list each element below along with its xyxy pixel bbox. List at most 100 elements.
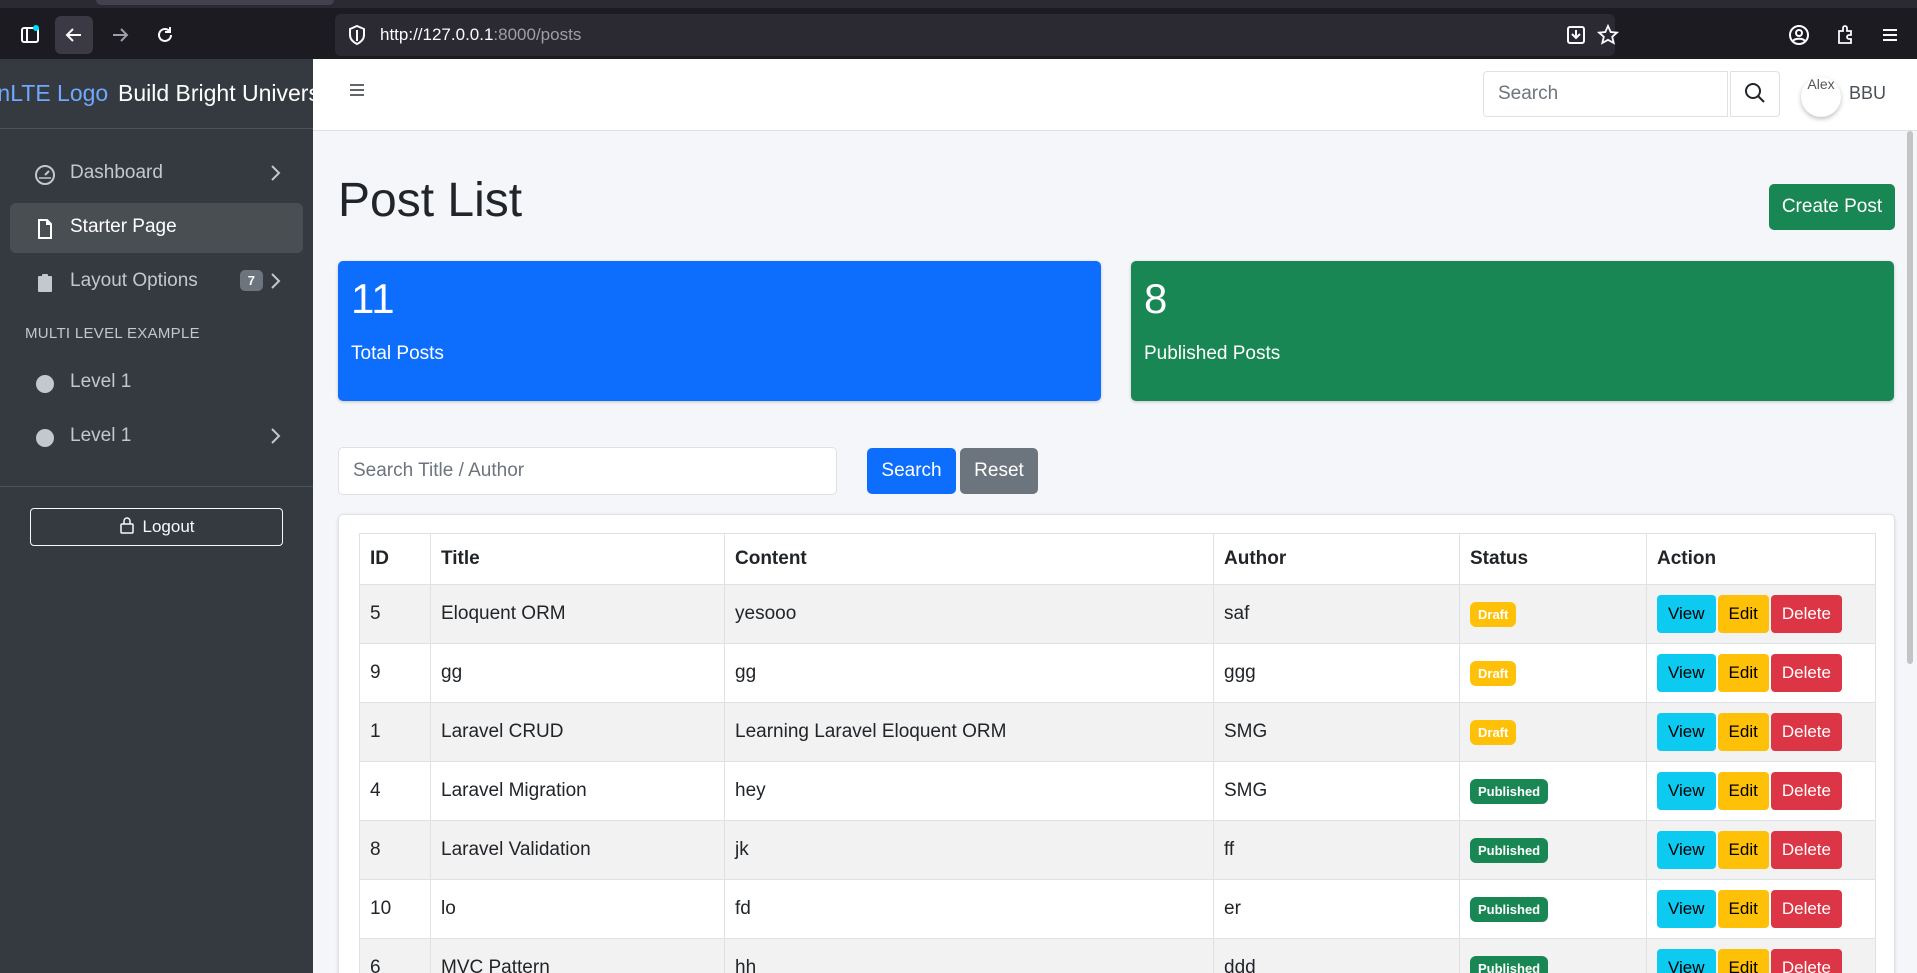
delete-button[interactable]: Delete — [1770, 772, 1842, 810]
back-icon[interactable] — [55, 16, 93, 54]
sidebar-section-header: MULTI LEVEL EXAMPLE — [25, 325, 200, 342]
cell-content: gg — [724, 643, 1214, 703]
status-badge: Draft — [1470, 719, 1517, 745]
sidebar-item-level-1-expandable[interactable]: Level 1 — [10, 412, 303, 462]
cell-status: Draft — [1459, 584, 1647, 644]
lock-icon — [119, 516, 135, 539]
count-badge: 7 — [239, 270, 263, 291]
view-button[interactable]: View — [1657, 831, 1716, 869]
forward-icon[interactable] — [101, 16, 139, 54]
cell-status: Draft — [1459, 702, 1647, 762]
sidebar-item-level-1[interactable]: Level 1 — [10, 358, 303, 408]
cell-action: View Edit Delete — [1646, 702, 1876, 762]
edit-button[interactable]: Edit — [1717, 772, 1769, 810]
cell-action: View Edit Delete — [1646, 643, 1876, 703]
logout-button[interactable]: Logout — [30, 508, 283, 546]
posts-table: ID Title Content Author Status Action 5E… — [359, 533, 1876, 973]
speedometer-icon — [34, 164, 56, 186]
url-host: http://127.0.0.1 — [380, 25, 494, 44]
cell-content: fd — [724, 879, 1214, 939]
cell-action: View Edit Delete — [1646, 761, 1876, 821]
brand-link[interactable]: AdminLTE Logo Build Bright Universe — [0, 59, 313, 129]
create-post-button[interactable]: Create Post — [1769, 184, 1895, 230]
file-icon — [34, 218, 56, 240]
view-button[interactable]: View — [1657, 713, 1716, 751]
user-name[interactable]: BBU — [1849, 83, 1886, 104]
sidebar-item-layout-options[interactable]: Layout Options 7 — [10, 257, 303, 307]
menu-icon[interactable] — [1871, 16, 1909, 54]
title-author-search-input[interactable] — [338, 447, 837, 495]
cell-id: 8 — [359, 820, 431, 880]
cell-title: Laravel Migration — [430, 761, 725, 821]
status-badge: Published — [1470, 955, 1549, 973]
edit-button[interactable]: Edit — [1717, 713, 1769, 751]
reload-icon[interactable] — [146, 16, 184, 54]
account-icon[interactable] — [1780, 16, 1818, 54]
sidebar-item-starter-page[interactable]: Starter Page — [10, 203, 303, 253]
scrollbar-thumb[interactable] — [1907, 131, 1913, 664]
header-id: ID — [359, 533, 431, 585]
cell-status: Published — [1459, 938, 1647, 973]
sidebar-item-dashboard[interactable]: Dashboard — [10, 149, 303, 199]
edit-button[interactable]: Edit — [1717, 890, 1769, 928]
cell-author: ff — [1213, 820, 1460, 880]
reset-button[interactable]: Reset — [960, 448, 1038, 494]
delete-button[interactable]: Delete — [1770, 831, 1842, 869]
circle-icon — [34, 373, 56, 395]
delete-button[interactable]: Delete — [1770, 890, 1842, 928]
view-button[interactable]: View — [1657, 595, 1716, 633]
view-button[interactable]: View — [1657, 890, 1716, 928]
cell-status: Draft — [1459, 643, 1647, 703]
search-button[interactable]: Search — [867, 448, 956, 494]
cell-id: 4 — [359, 761, 431, 821]
bookmark-star-icon[interactable] — [1596, 23, 1620, 51]
cell-id: 5 — [359, 584, 431, 644]
brand-logo: AdminLTE Logo — [0, 80, 109, 106]
delete-button[interactable]: Delete — [1770, 713, 1842, 751]
download-icon[interactable] — [1565, 24, 1587, 51]
cell-title: Eloquent ORM — [430, 584, 725, 644]
chevron-right-icon — [269, 426, 283, 452]
cell-author: saf — [1213, 584, 1460, 644]
status-badge: Published — [1470, 837, 1549, 863]
posts-card: ID Title Content Author Status Action 5E… — [338, 514, 1895, 973]
delete-button[interactable]: Delete — [1770, 949, 1842, 973]
url-text[interactable]: http://127.0.0.1:8000/posts — [380, 25, 581, 45]
navbar-search-input[interactable] — [1483, 71, 1728, 117]
sidebar-toggle-icon[interactable] — [11, 16, 49, 54]
avatar[interactable]: Alex — [1801, 77, 1841, 117]
extensions-icon[interactable] — [1826, 16, 1864, 54]
status-badge: Draft — [1470, 601, 1517, 627]
header-content: Content — [724, 533, 1214, 585]
cell-author: ddd — [1213, 938, 1460, 973]
cell-content: Learning Laravel Eloquent ORM — [724, 702, 1214, 762]
chevron-right-icon — [269, 271, 283, 297]
status-badge: Published — [1470, 778, 1549, 804]
cell-title: gg — [430, 643, 725, 703]
active-tab[interactable] — [96, 0, 334, 5]
stat-label: Published Posts — [1144, 343, 1281, 364]
header-action: Action — [1646, 533, 1876, 585]
edit-button[interactable]: Edit — [1717, 949, 1769, 973]
page-scrollbar[interactable] — [1903, 131, 1917, 973]
navbar-search-button[interactable] — [1730, 71, 1780, 117]
table-row: 9 gg gg ggg Draft View Edit Delete — [359, 643, 1876, 703]
delete-button[interactable]: Delete — [1770, 654, 1842, 692]
cell-content: hh — [724, 938, 1214, 973]
url-bar[interactable]: http://127.0.0.1:8000/posts — [335, 14, 1620, 56]
edit-button[interactable]: Edit — [1717, 595, 1769, 633]
sidebar-divider — [0, 486, 313, 487]
edit-button[interactable]: Edit — [1717, 654, 1769, 692]
hamburger-icon[interactable] — [348, 81, 366, 104]
url-path: :8000/posts — [493, 25, 582, 44]
cell-id: 6 — [359, 938, 431, 973]
cell-title: lo — [430, 879, 725, 939]
sidebar-item-label: Dashboard — [70, 162, 163, 183]
view-button[interactable]: View — [1657, 949, 1716, 973]
cell-author: SMG — [1213, 761, 1460, 821]
view-button[interactable]: View — [1657, 772, 1716, 810]
view-button[interactable]: View — [1657, 654, 1716, 692]
edit-button[interactable]: Edit — [1717, 831, 1769, 869]
shield-icon[interactable] — [347, 24, 367, 51]
delete-button[interactable]: Delete — [1770, 595, 1842, 633]
